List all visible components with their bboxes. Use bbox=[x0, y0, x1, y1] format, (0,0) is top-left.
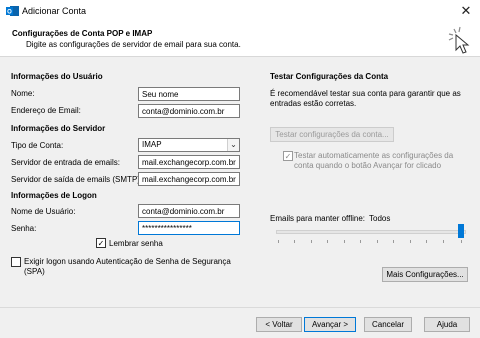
back-button[interactable]: < Voltar bbox=[256, 317, 302, 332]
slider-tick bbox=[327, 240, 328, 243]
account-type-value: IMAP bbox=[142, 140, 162, 149]
cursor-click-icon bbox=[448, 26, 470, 54]
window-title: Adicionar Conta bbox=[22, 6, 87, 16]
next-button[interactable]: Avançar > bbox=[304, 317, 356, 332]
name-label: Nome: bbox=[11, 89, 35, 98]
offline-slider-thumb[interactable] bbox=[458, 224, 464, 238]
account-type-select[interactable]: IMAP bbox=[138, 138, 240, 152]
test-desc-line2: entradas estão corretas. bbox=[270, 99, 357, 108]
email-label: Endereço de Email: bbox=[11, 106, 81, 115]
close-button[interactable]: ✕ bbox=[456, 2, 476, 20]
slider-tick bbox=[278, 240, 279, 243]
auto-test-checkbox[interactable]: ✓ bbox=[283, 151, 293, 161]
cancel-button[interactable]: Cancelar bbox=[364, 317, 412, 332]
offline-slider-track[interactable] bbox=[276, 230, 466, 234]
more-settings-button[interactable]: Mais Configurações... bbox=[382, 267, 468, 282]
username-label: Nome de Usuário: bbox=[11, 207, 76, 216]
slider-tick bbox=[410, 240, 411, 243]
user-info-heading: Informações do Usuário bbox=[11, 72, 103, 81]
footer-divider bbox=[0, 307, 480, 308]
slider-tick bbox=[311, 240, 312, 243]
password-input[interactable] bbox=[138, 221, 240, 235]
offline-label: Emails para manter offline: bbox=[270, 214, 366, 223]
test-account-button[interactable]: Testar configurações da conta... bbox=[270, 127, 394, 142]
slider-tick bbox=[344, 240, 345, 243]
spa-label-line1: Exigir logon usando Autenticação de Senh… bbox=[24, 257, 231, 266]
chevron-down-icon[interactable]: ⌄ bbox=[227, 139, 239, 151]
account-type-label: Tipo de Conta: bbox=[11, 141, 64, 150]
incoming-server-input[interactable] bbox=[138, 155, 240, 169]
incoming-server-label: Servidor de entrada de emails: bbox=[11, 158, 120, 167]
offline-value: Todos bbox=[369, 214, 391, 223]
slider-tick bbox=[461, 240, 462, 243]
header-subtitle: Digite as configurações de servidor de e… bbox=[26, 40, 241, 49]
email-input[interactable] bbox=[138, 104, 240, 118]
username-input[interactable] bbox=[138, 204, 240, 218]
spa-label-line2: (SPA) bbox=[24, 267, 45, 276]
test-settings-heading: Testar Configurações da Conta bbox=[270, 72, 389, 81]
password-label: Senha: bbox=[11, 224, 37, 233]
slider-tick bbox=[426, 240, 427, 243]
remember-password-label: Lembrar senha bbox=[109, 239, 163, 248]
logon-info-heading: Informações de Logon bbox=[11, 191, 97, 200]
remember-password-checkbox[interactable]: ✓ bbox=[96, 238, 106, 248]
svg-text:O: O bbox=[7, 10, 12, 16]
slider-tick bbox=[360, 240, 361, 243]
test-desc-line1: É recomendável testar sua conta para gar… bbox=[270, 89, 461, 98]
help-button[interactable]: Ajuda bbox=[424, 317, 470, 332]
auto-test-label-line2: conta quando o botão Avançar for clicado bbox=[294, 161, 442, 170]
slider-tick bbox=[393, 240, 394, 243]
name-input[interactable] bbox=[138, 87, 240, 101]
slider-tick bbox=[443, 240, 444, 243]
outlook-icon: O bbox=[6, 6, 19, 16]
spa-checkbox[interactable] bbox=[11, 257, 21, 267]
slider-tick bbox=[377, 240, 378, 243]
outgoing-server-label: Servidor de saída de emails (SMTP): bbox=[11, 175, 143, 184]
auto-test-label-line1: Testar automaticamente as configurações … bbox=[294, 151, 454, 160]
outgoing-server-input[interactable] bbox=[138, 172, 240, 186]
slider-tick bbox=[294, 240, 295, 243]
header-title: Configurações de Conta POP e IMAP bbox=[12, 29, 153, 38]
server-info-heading: Informações do Servidor bbox=[11, 124, 106, 133]
